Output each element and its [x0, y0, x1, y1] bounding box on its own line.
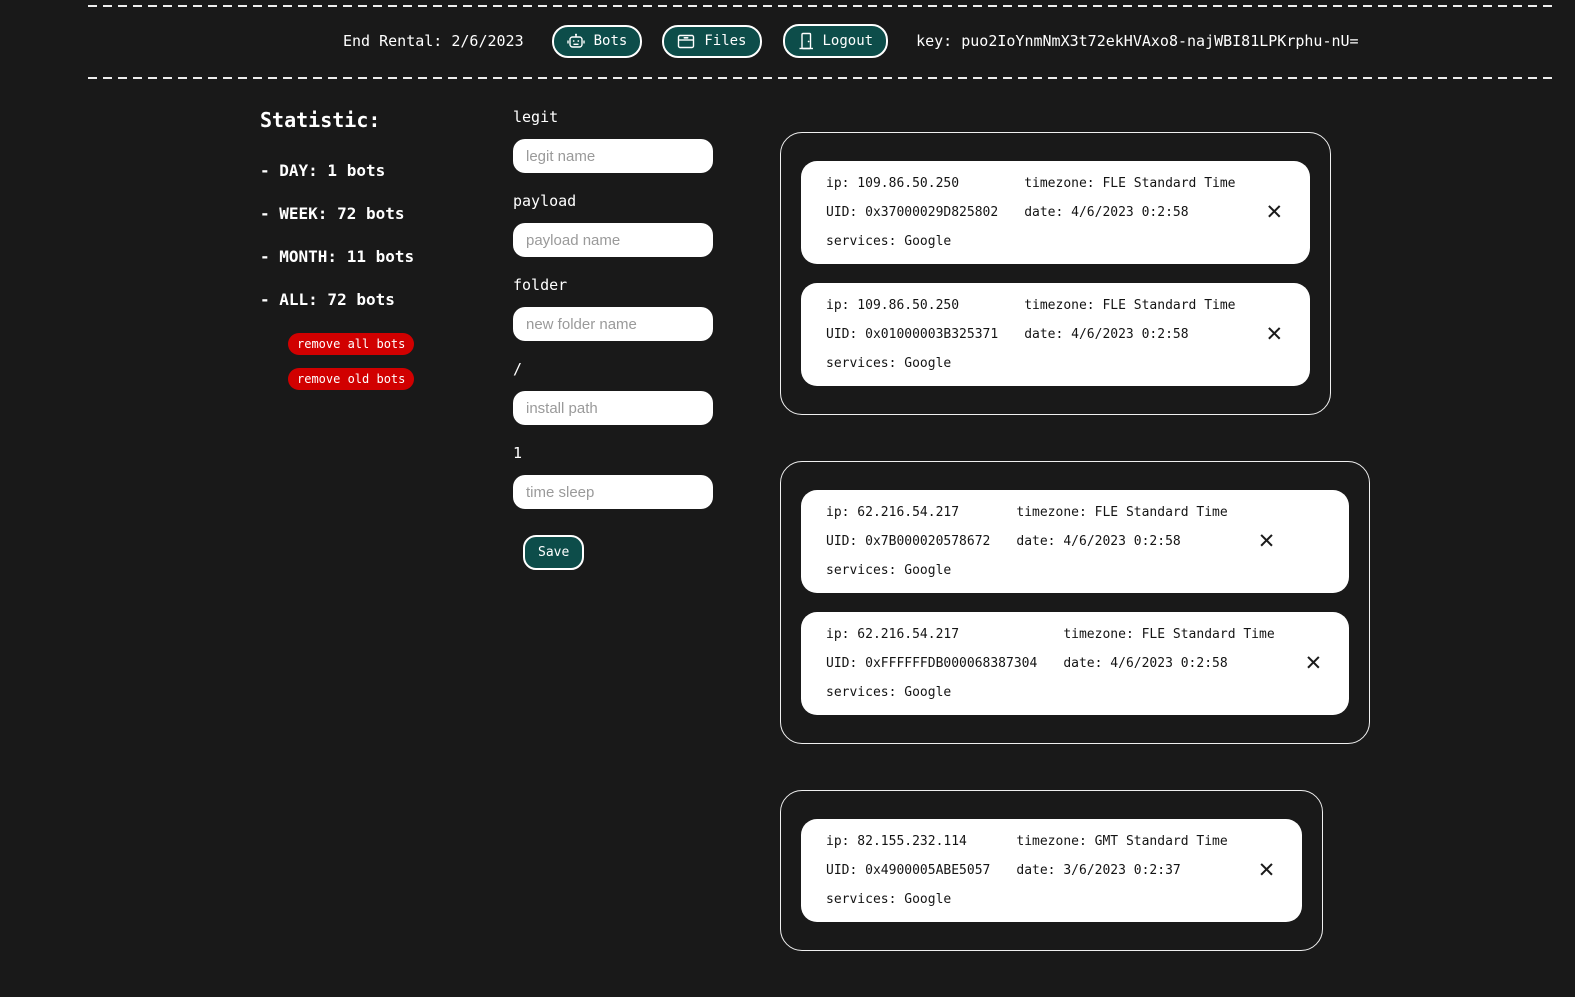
bot-ip: ip: 62.216.54.217 [826, 627, 960, 642]
bot-uid: UID: 0x7B000020578672 [826, 534, 991, 549]
bot-card: ip: 109.86.50.250 UID: 0x37000029D825802 s… [801, 161, 1311, 264]
bot-timezone: timezone: FLE Standard Time [1063, 627, 1275, 642]
bot-card: ip: 62.216.54.217 UID: 0xFFFFFFDB00006838… [801, 612, 1350, 715]
bot-card-left-column: ip: 62.216.54.217 UID: 0xFFFFFFDB00006838… [826, 620, 1037, 707]
remove-bot-button[interactable]: ✕ [1303, 653, 1325, 674]
bot-date: date: 4/6/2023 0:2:58 [1024, 205, 1189, 220]
header-bottom-dashed-divider [88, 77, 1552, 79]
bot-timezone: timezone: FLE Standard Time [1024, 298, 1236, 313]
bot-uid: UID: 0x4900005ABE5057 [826, 863, 991, 878]
remove-all-bots-button[interactable]: remove all bots [288, 333, 415, 355]
bot-group: ip: 62.216.54.217 UID: 0x7B000020578672 se… [780, 461, 1371, 744]
bot-card-right-column: timezone: FLE Standard Time date: 4/6/202… [1063, 620, 1274, 707]
files-button[interactable]: Files [662, 24, 762, 58]
time-sleep-input[interactable] [513, 475, 713, 509]
statistics-title: Statistic: [260, 108, 381, 132]
logout-button[interactable]: Logout [782, 24, 889, 58]
bot-group: ip: 109.86.50.250 UID: 0x37000029D825802 s… [780, 132, 1332, 415]
bot-card-left-column: ip: 109.86.50.250 UID: 0x37000029D825802 s… [826, 169, 998, 256]
bot-timezone: timezone: GMT Standard Time [1016, 834, 1228, 849]
save-button[interactable]: Save [523, 535, 585, 570]
bot-services: services: Google [826, 563, 952, 578]
bot-card-left-column: ip: 62.216.54.217 UID: 0x7B000020578672 se… [826, 498, 990, 585]
new-folder-name-input[interactable] [513, 307, 713, 341]
bot-ip: ip: 62.216.54.217 [826, 505, 960, 520]
bot-ip: ip: 109.86.50.250 [826, 298, 960, 313]
bot-list: ip: 109.86.50.250 UID: 0x37000029D825802 s… [780, 132, 1371, 997]
install-path-input[interactable] [513, 391, 713, 425]
install-path-field-label: / [513, 360, 523, 378]
bot-date: date: 4/6/2023 0:2:58 [1024, 327, 1189, 342]
bot-card-left-column: ip: 109.86.50.250 UID: 0x01000003B325371 s… [826, 291, 998, 378]
bot-uid: UID: 0xFFFFFFDB000068387304 [826, 656, 1038, 671]
bot-services: services: Google [826, 892, 952, 907]
remove-bot-button[interactable]: ✕ [1256, 860, 1278, 881]
time-sleep-field-label: 1 [513, 444, 523, 462]
bot-card-right-column: timezone: FLE Standard Time date: 4/6/202… [1016, 498, 1227, 585]
folder-field-label: folder [513, 276, 568, 294]
stat-all: - ALL: 72 bots [260, 290, 395, 309]
api-key-text: key: puo2IoYnmNmX3t72ekHVAxo8-najWBI81LP… [916, 32, 1359, 50]
files-button-label: Files [704, 33, 747, 49]
logout-button-label: Logout [822, 33, 874, 49]
bot-card: ip: 109.86.50.250 UID: 0x01000003B325371 s… [801, 283, 1311, 386]
robot-icon [566, 33, 585, 50]
bot-card: ip: 82.155.232.114 UID: 0x4900005ABE5057 s… [801, 819, 1303, 922]
stat-month: - MONTH: 11 bots [260, 247, 415, 266]
legit-field-label: legit [513, 108, 559, 126]
bot-group: ip: 82.155.232.114 UID: 0x4900005ABE5057 s… [780, 790, 1324, 951]
payload-name-input[interactable] [513, 223, 713, 257]
stat-week: - WEEK: 72 bots [260, 204, 405, 223]
bot-date: date: 3/6/2023 0:2:37 [1016, 863, 1181, 878]
stat-day: - DAY: 1 bots [260, 161, 386, 180]
payload-field-label: payload [513, 192, 577, 210]
settings-form: legit payload folder / 1 Save [513, 100, 713, 570]
bot-services: services: Google [826, 234, 952, 249]
bot-uid: UID: 0x37000029D825802 [826, 205, 999, 220]
bot-card-right-column: timezone: GMT Standard Time date: 3/6/202… [1016, 827, 1227, 914]
bot-uid: UID: 0x01000003B325371 [826, 327, 999, 342]
bots-button[interactable]: Bots [551, 24, 643, 58]
remove-old-bots-button[interactable]: remove old bots [288, 368, 415, 390]
remove-bot-button[interactable]: ✕ [1256, 531, 1278, 552]
bot-date: date: 4/6/2023 0:2:58 [1016, 534, 1181, 549]
bot-timezone: timezone: FLE Standard Time [1024, 176, 1236, 191]
bot-card: ip: 62.216.54.217 UID: 0x7B000020578672 se… [801, 490, 1350, 593]
remove-bot-button[interactable]: ✕ [1264, 202, 1286, 223]
statistics-panel: Statistic: - DAY: 1 bots - WEEK: 72 bots… [260, 100, 513, 403]
bot-services: services: Google [826, 356, 952, 371]
bot-ip: ip: 82.155.232.114 [826, 834, 967, 849]
bot-ip: ip: 109.86.50.250 [826, 176, 960, 191]
remove-buttons-group: remove all bots remove old bots [288, 333, 513, 390]
end-rental-text: End Rental: 2/6/2023 [343, 32, 524, 50]
remove-bot-button[interactable]: ✕ [1264, 324, 1286, 345]
bots-button-label: Bots [593, 33, 628, 49]
bot-services: services: Google [826, 685, 952, 700]
bot-timezone: timezone: FLE Standard Time [1016, 505, 1228, 520]
file-box-icon [677, 33, 695, 50]
door-icon [798, 32, 814, 50]
legit-name-input[interactable] [513, 139, 713, 173]
header: End Rental: 2/6/2023 Bots Files Logout k… [88, 5, 1552, 77]
bot-card-right-column: timezone: FLE Standard Time date: 4/6/202… [1024, 291, 1235, 378]
bot-card-left-column: ip: 82.155.232.114 UID: 0x4900005ABE5057 s… [826, 827, 990, 914]
main-content: Statistic: - DAY: 1 bots - WEEK: 72 bots… [260, 100, 1575, 997]
bot-date: date: 4/6/2023 0:2:58 [1063, 656, 1228, 671]
bot-card-right-column: timezone: FLE Standard Time date: 4/6/202… [1024, 169, 1235, 256]
